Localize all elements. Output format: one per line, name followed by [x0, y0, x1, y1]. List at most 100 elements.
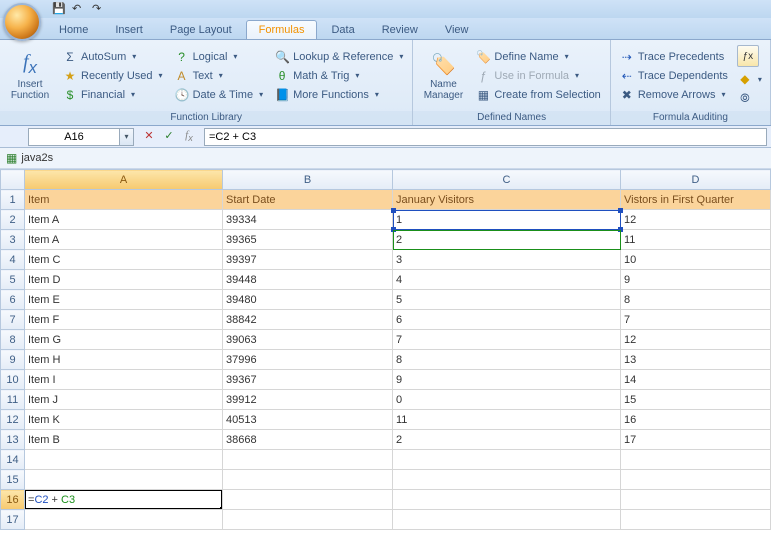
grid[interactable]: ABCD 1ItemStart DateJanuary VisitorsVist… [0, 169, 771, 530]
row-header[interactable]: 5 [1, 270, 25, 290]
cell[interactable]: 17 [621, 430, 771, 450]
cell[interactable]: 9 [393, 370, 621, 390]
cell[interactable]: Item H [25, 350, 223, 370]
tab-formulas[interactable]: Formulas [246, 20, 318, 39]
cell[interactable]: 16 [621, 410, 771, 430]
cell[interactable]: 7 [393, 330, 621, 350]
tab-home[interactable]: Home [46, 20, 101, 39]
cell[interactable]: 39367 [223, 370, 393, 390]
save-icon[interactable]: 💾 [52, 2, 66, 16]
cell[interactable]: 9 [621, 270, 771, 290]
col-header-D[interactable]: D [621, 170, 771, 190]
row-header[interactable]: 4 [1, 250, 25, 270]
header-cell[interactable]: Item [25, 190, 223, 210]
cell[interactable] [223, 470, 393, 490]
cell[interactable]: 39912 [223, 390, 393, 410]
row-header[interactable]: 17 [1, 510, 25, 530]
col-header-A[interactable]: A [25, 170, 223, 190]
show-formulas-toggle[interactable]: ƒx [737, 45, 759, 67]
cell[interactable]: =C2 + C3 [25, 490, 223, 510]
workbook-tab[interactable]: ▦ java2s [0, 148, 771, 169]
row-header[interactable]: 10 [1, 370, 25, 390]
cell[interactable] [621, 450, 771, 470]
cell[interactable]: 8 [621, 290, 771, 310]
logical-button[interactable]: ?Logical▾ [170, 48, 269, 66]
trace-dependents-button[interactable]: ⇠Trace Dependents [615, 67, 733, 85]
row-header[interactable]: 8 [1, 330, 25, 350]
cell[interactable] [25, 470, 223, 490]
redo-icon[interactable]: ↷ [92, 2, 106, 16]
cell[interactable]: 38668 [223, 430, 393, 450]
cell[interactable] [621, 490, 771, 510]
cell[interactable]: 8 [393, 350, 621, 370]
cell[interactable]: 14 [621, 370, 771, 390]
cell[interactable]: 0 [393, 390, 621, 410]
cell[interactable] [621, 510, 771, 530]
autosum-button[interactable]: ΣAutoSum▾ [58, 48, 168, 66]
cell[interactable]: 37996 [223, 350, 393, 370]
text-button[interactable]: AText▾ [170, 67, 269, 85]
cell[interactable] [393, 490, 621, 510]
cell[interactable]: 7 [621, 310, 771, 330]
row-header[interactable]: 1 [1, 190, 25, 210]
row-header[interactable]: 6 [1, 290, 25, 310]
cell[interactable]: 3 [393, 250, 621, 270]
more-functions-button[interactable]: 📘More Functions▾ [270, 86, 408, 104]
row-header[interactable]: 13 [1, 430, 25, 450]
cell[interactable]: 10 [621, 250, 771, 270]
cell[interactable]: Item C [25, 250, 223, 270]
cell[interactable]: 39448 [223, 270, 393, 290]
header-cell[interactable]: Start Date [223, 190, 393, 210]
cell[interactable]: Item K [25, 410, 223, 430]
cell[interactable]: Item D [25, 270, 223, 290]
cell[interactable]: 2 [393, 430, 621, 450]
cell[interactable]: 39397 [223, 250, 393, 270]
worksheet[interactable]: ABCD 1ItemStart DateJanuary VisitorsVist… [0, 169, 771, 530]
tab-page-layout[interactable]: Page Layout [157, 20, 245, 39]
cell[interactable]: Item E [25, 290, 223, 310]
formula-input[interactable] [204, 128, 767, 146]
cell[interactable] [223, 450, 393, 470]
cell[interactable]: 6 [393, 310, 621, 330]
cell[interactable]: 39480 [223, 290, 393, 310]
header-cell[interactable]: Vistors in First Quarter [621, 190, 771, 210]
cell[interactable] [223, 510, 393, 530]
tab-data[interactable]: Data [318, 20, 367, 39]
cell[interactable] [393, 450, 621, 470]
row-header[interactable]: 15 [1, 470, 25, 490]
cell[interactable]: 1 [393, 210, 621, 230]
cell[interactable]: 2 [393, 230, 621, 250]
col-header-B[interactable]: B [223, 170, 393, 190]
create-from-selection-button[interactable]: ▦Create from Selection [471, 86, 605, 104]
row-header[interactable]: 12 [1, 410, 25, 430]
lookup-button[interactable]: 🔍Lookup & Reference▾ [270, 48, 408, 66]
cell[interactable]: 15 [621, 390, 771, 410]
date-time-button[interactable]: 🕓Date & Time▾ [170, 86, 269, 104]
cell[interactable]: 4 [393, 270, 621, 290]
cell[interactable]: 5 [393, 290, 621, 310]
error-check-button[interactable]: ◆▾ [735, 70, 765, 88]
cell[interactable]: Item F [25, 310, 223, 330]
cell[interactable]: 11 [393, 410, 621, 430]
cell[interactable] [25, 450, 223, 470]
recently-used-button[interactable]: ★Recently Used▾ [58, 67, 168, 85]
cell[interactable]: 12 [621, 210, 771, 230]
name-manager-button[interactable]: 🏷️ Name Manager [417, 42, 469, 109]
row-header[interactable]: 3 [1, 230, 25, 250]
cell[interactable]: Item B [25, 430, 223, 450]
col-header-C[interactable]: C [393, 170, 621, 190]
row-header[interactable]: 14 [1, 450, 25, 470]
cell[interactable]: Item A [25, 230, 223, 250]
math-trig-button[interactable]: θMath & Trig▾ [270, 67, 408, 85]
cell[interactable] [25, 510, 223, 530]
cell[interactable]: Item G [25, 330, 223, 350]
row-header[interactable]: 7 [1, 310, 25, 330]
cell[interactable] [393, 470, 621, 490]
row-header[interactable]: 2 [1, 210, 25, 230]
cell[interactable] [393, 510, 621, 530]
cancel-icon[interactable]: ✕ [142, 129, 156, 143]
tab-view[interactable]: View [432, 20, 482, 39]
insert-function-button[interactable]: fx Insert Function [4, 42, 56, 109]
row-header[interactable]: 9 [1, 350, 25, 370]
financial-button[interactable]: $Financial▾ [58, 86, 168, 104]
